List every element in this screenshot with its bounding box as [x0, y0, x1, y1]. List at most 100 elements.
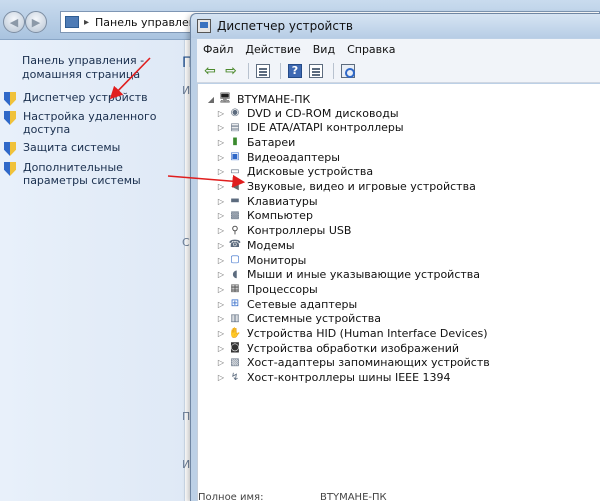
modem-icon: ☎ [228, 239, 242, 251]
sidebar-home-link[interactable]: Панель управления - домашняя страница [22, 54, 172, 82]
toolbar-divider [248, 62, 249, 79]
expand-icon[interactable]: ▷ [216, 358, 226, 367]
tree-category-row[interactable]: ▷ ↯ Хост-контроллеры шины IEEE 1394 [216, 371, 451, 385]
sidebar-item-system-protection[interactable]: Защита системы [4, 141, 182, 156]
tree-category-label: Компьютер [247, 209, 313, 223]
tree-category-row[interactable]: ▷ ▣ Видеоадаптеры [216, 150, 340, 164]
sidebar-item-label: Диспетчер устройств [23, 91, 148, 104]
device-manager-icon [197, 19, 211, 33]
monitor-icon: ▢ [230, 254, 240, 265]
expand-icon[interactable]: ▷ [216, 241, 226, 250]
tree-category-label: Устройства обработки изображений [247, 341, 460, 355]
tree-category-row[interactable]: ▷ ▭ Дисковые устройства [216, 165, 373, 179]
forward-arrow-icon: ▶ [31, 15, 41, 29]
tree-category-label: Сетевые адаптеры [247, 297, 358, 311]
ide-controller-icon: ▤ [230, 121, 240, 133]
expand-icon[interactable]: ▷ [216, 138, 226, 147]
window-titlebar[interactable]: Диспетчер устройств [191, 14, 600, 38]
tree-category-label: Мыши и иные указывающие устройства [247, 268, 481, 282]
battery-icon: ▮ [232, 136, 238, 148]
menu-view[interactable]: Вид [307, 43, 341, 56]
menu-file[interactable]: Файл [197, 43, 239, 56]
tree-category-label: Системные устройства [247, 312, 381, 326]
expand-icon[interactable]: ▷ [216, 109, 226, 118]
toolbar-properties-button[interactable] [254, 62, 272, 80]
tree-category-label: Мониторы [247, 253, 307, 267]
speaker-icon: ◀ [231, 180, 239, 192]
toolbar-back-button[interactable]: ⇦ [201, 62, 219, 80]
toolbar-divider [333, 62, 334, 79]
expand-icon[interactable]: ▷ [216, 270, 226, 279]
tree-category-row[interactable]: ▷ ▧ Хост-адаптеры запоминающих устройств [216, 356, 490, 370]
expand-icon[interactable]: ▷ [216, 226, 226, 235]
mouse-icon: ◖ [232, 268, 238, 280]
sidebar-item-remote-settings[interactable]: Настройка удаленного доступа [4, 110, 182, 136]
tree-category-label: DVD и CD-ROM дисководы [247, 106, 399, 120]
forward-arrow-icon: ⇨ [225, 62, 237, 79]
tree-category-row[interactable]: ▷ ☎ Модемы [216, 238, 295, 252]
back-arrow-icon: ⇦ [204, 62, 216, 79]
hid-icon: ✋ [228, 327, 242, 339]
shield-icon [4, 92, 16, 106]
camera-icon: ◙ [230, 342, 240, 354]
window-title: Диспетчер устройств [217, 19, 354, 33]
computer-name-value: BTYMAHE-ПК [320, 492, 387, 501]
tree-category-row[interactable]: ▷ ▩ Компьютер [216, 209, 313, 223]
tree-category-row[interactable]: ▷ ▤ IDE ATA/ATAPI контроллеры [216, 121, 404, 135]
expand-icon[interactable]: ▷ [216, 153, 226, 162]
back-button[interactable]: ◀ [3, 11, 25, 33]
sidebar-item-device-manager[interactable]: Диспетчер устройств [4, 91, 182, 106]
tree-category-row[interactable]: ▷ ▦ Процессоры [216, 282, 318, 296]
device-tree: ◢ 🖥 BTYMAHE-ПК ▷ ◉ DVD и CD-ROM дисководы ▷… [197, 84, 600, 501]
menu-help[interactable]: Справка [341, 43, 401, 56]
tree-root-label: BTYMAHE-ПК [237, 92, 311, 106]
tree-category-row[interactable]: ▷ ▥ Системные устройства [216, 312, 381, 326]
computer-icon: ▩ [230, 209, 240, 221]
tree-category-label: Устройства HID (Human Interface Devices) [247, 327, 488, 340]
tree-category-row[interactable]: ▷ ◖ Мыши и иные указывающие устройства [216, 268, 480, 282]
menu-action[interactable]: Действие [239, 43, 306, 56]
expand-icon[interactable]: ▷ [216, 300, 226, 309]
expand-icon[interactable]: ▷ [216, 167, 226, 176]
sidebar-item-advanced-settings[interactable]: Дополнительные параметры системы [4, 161, 182, 187]
toolbar: ⇦ ⇨ ? [197, 59, 600, 83]
expand-icon[interactable]: ▷ [216, 285, 226, 294]
storage-adapter-icon: ▧ [230, 356, 240, 368]
details-icon [309, 63, 323, 78]
tree-category-row[interactable]: ▷ ⚲ Контроллеры USB [216, 224, 352, 238]
tree-category-row[interactable]: ▷ ◙ Устройства обработки изображений [216, 341, 459, 355]
expand-icon[interactable]: ▷ [216, 123, 226, 132]
tree-category-label: Хост-контроллеры шины IEEE 1394 [247, 371, 451, 385]
toolbar-help-button[interactable]: ? [286, 62, 304, 80]
tree-category-label: IDE ATA/ATAPI контроллеры [247, 121, 404, 135]
network-adapter-icon: ⊞ [230, 298, 240, 310]
tree-category-row[interactable]: ▷ ⊞ Сетевые адаптеры [216, 297, 357, 311]
tree-root[interactable]: ◢ 🖥 BTYMAHE-ПК [206, 92, 310, 106]
tree-category-label: Контроллеры USB [247, 224, 352, 238]
expand-icon[interactable]: ▷ [216, 373, 226, 382]
properties-icon [256, 63, 270, 78]
processor-icon: ▦ [230, 283, 240, 295]
collapse-icon[interactable]: ◢ [206, 95, 216, 104]
expand-icon[interactable]: ▷ [216, 256, 226, 265]
tree-category-row[interactable]: ▷ ◉ DVD и CD-ROM дисководы [216, 106, 399, 120]
toolbar-forward-button[interactable]: ⇨ [222, 62, 240, 80]
usb-icon: ⚲ [231, 224, 239, 236]
expand-icon[interactable]: ▷ [216, 329, 226, 338]
forward-button[interactable]: ▶ [25, 11, 47, 33]
expand-icon[interactable]: ▷ [216, 344, 226, 353]
toolbar-details-button[interactable] [307, 62, 325, 80]
toolbar-divider [280, 62, 281, 79]
expand-icon[interactable]: ▷ [216, 211, 226, 220]
expand-icon[interactable]: ▷ [216, 197, 226, 206]
expand-icon[interactable]: ▷ [216, 182, 226, 191]
expand-icon[interactable]: ▷ [216, 314, 226, 323]
tree-category-row[interactable]: ▷ ▬ Клавиатуры [216, 194, 318, 208]
tree-category-row[interactable]: ▷ ✋ Устройства HID (Human Interface Device… [216, 327, 488, 341]
toolbar-scan-button[interactable] [339, 62, 357, 80]
computer-icon: 🖥 [218, 93, 232, 104]
tree-category-row[interactable]: ▷ ▢ Мониторы [216, 253, 306, 267]
tree-category-row[interactable]: ▷ ▮ Батареи [216, 135, 295, 149]
sidebar-item-label: Настройка удаленного доступа [23, 110, 157, 136]
tree-category-row[interactable]: ▷ ◀ Звуковые, видео и игровые устройства [216, 180, 476, 194]
